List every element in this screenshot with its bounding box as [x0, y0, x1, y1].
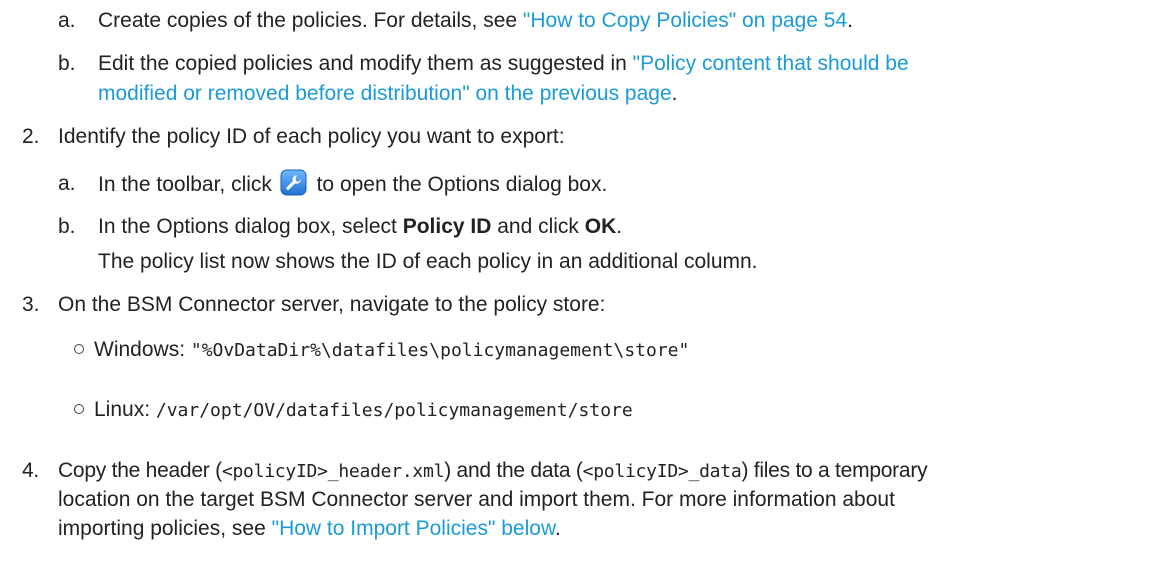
bullet-icon: [74, 404, 84, 414]
linux-label: Linux:: [94, 398, 156, 421]
step1-a-period: .: [847, 9, 853, 32]
step1-a-text: Create copies of the policies. For detai…: [98, 9, 523, 32]
step4-marker: 4.: [22, 459, 40, 482]
step2-note: The policy list now shows the ID of each…: [98, 250, 758, 273]
step4-line2: location on the target BSM Connector ser…: [58, 488, 895, 511]
data-file-name: <policyID>_data: [582, 461, 742, 482]
step4-text3: ) files to a temporary: [741, 459, 928, 482]
step1-b-text: Edit the copied policies and modify them…: [98, 52, 633, 75]
how-to-copy-policies-link[interactable]: "How to Copy Policies" on page 54: [523, 9, 847, 32]
step1-b-period: .: [671, 82, 678, 105]
step4-line3: importing policies, see "How to Import P…: [58, 514, 561, 544]
policy-id-ui-label: Policy ID: [402, 215, 492, 238]
policy-content-link-part2[interactable]: modified or removed before distribution"…: [98, 82, 672, 105]
step2-b-item: In the Options dialog box, select Policy…: [98, 212, 622, 242]
linux-path-item: Linux: /var/opt/OV/datafiles/policymanag…: [74, 395, 633, 426]
how-to-import-policies-link[interactable]: "How to Import Policies" below: [272, 517, 555, 540]
step2-text: Identify the policy ID of each policy yo…: [58, 125, 565, 148]
step4-text1: Copy the header (: [58, 459, 222, 482]
linux-store-path: /var/opt/OV/datafiles/policymanagement/s…: [155, 400, 633, 421]
windows-path-item: Windows: "%OvDataDir%\datafiles\policyma…: [74, 335, 689, 366]
step3-marker: 3.: [22, 293, 40, 316]
step2-a-marker: a.: [58, 172, 76, 195]
step1-b-item-line1: Edit the copied policies and modify them…: [98, 49, 909, 79]
windows-label: Windows:: [94, 338, 191, 361]
step2-a-text-after: to open the Options dialog box.: [310, 173, 608, 196]
step2-b-text: In the Options dialog box, select: [98, 215, 403, 238]
policy-content-link-part1[interactable]: "Policy content that should be: [633, 52, 909, 75]
step4-line3-text: importing policies, see: [58, 517, 272, 540]
step4-line1: Copy the header (<policyID>_header.xml) …: [58, 456, 928, 487]
step2-marker: 2.: [22, 125, 40, 148]
step2-a-text-before: In the toolbar, click: [98, 173, 278, 196]
windows-store-path: "%OvDataDir%\datafiles\policymanagement\…: [190, 340, 690, 361]
step3-text: On the BSM Connector server, navigate to…: [58, 293, 606, 316]
step4-text2: ) and the data (: [444, 459, 583, 482]
step1-b-marker: b.: [58, 52, 76, 75]
options-wrench-icon[interactable]: [280, 169, 307, 196]
step1-b-item-line2: modified or removed before distribution"…: [98, 79, 677, 109]
step1-a-item: Create copies of the policies. For detai…: [98, 6, 853, 36]
step2-a-item: In the toolbar, click to open the Option…: [98, 169, 607, 200]
step2-b-period: .: [616, 215, 623, 238]
header-file-name: <policyID>_header.xml: [221, 461, 445, 482]
step4-period: .: [554, 517, 561, 540]
step1-a-marker: a.: [58, 9, 76, 32]
step2-b-marker: b.: [58, 215, 76, 238]
step2-b-text-mid: and click: [491, 215, 585, 238]
bullet-icon: [74, 344, 84, 354]
ok-ui-label: OK: [584, 215, 617, 238]
